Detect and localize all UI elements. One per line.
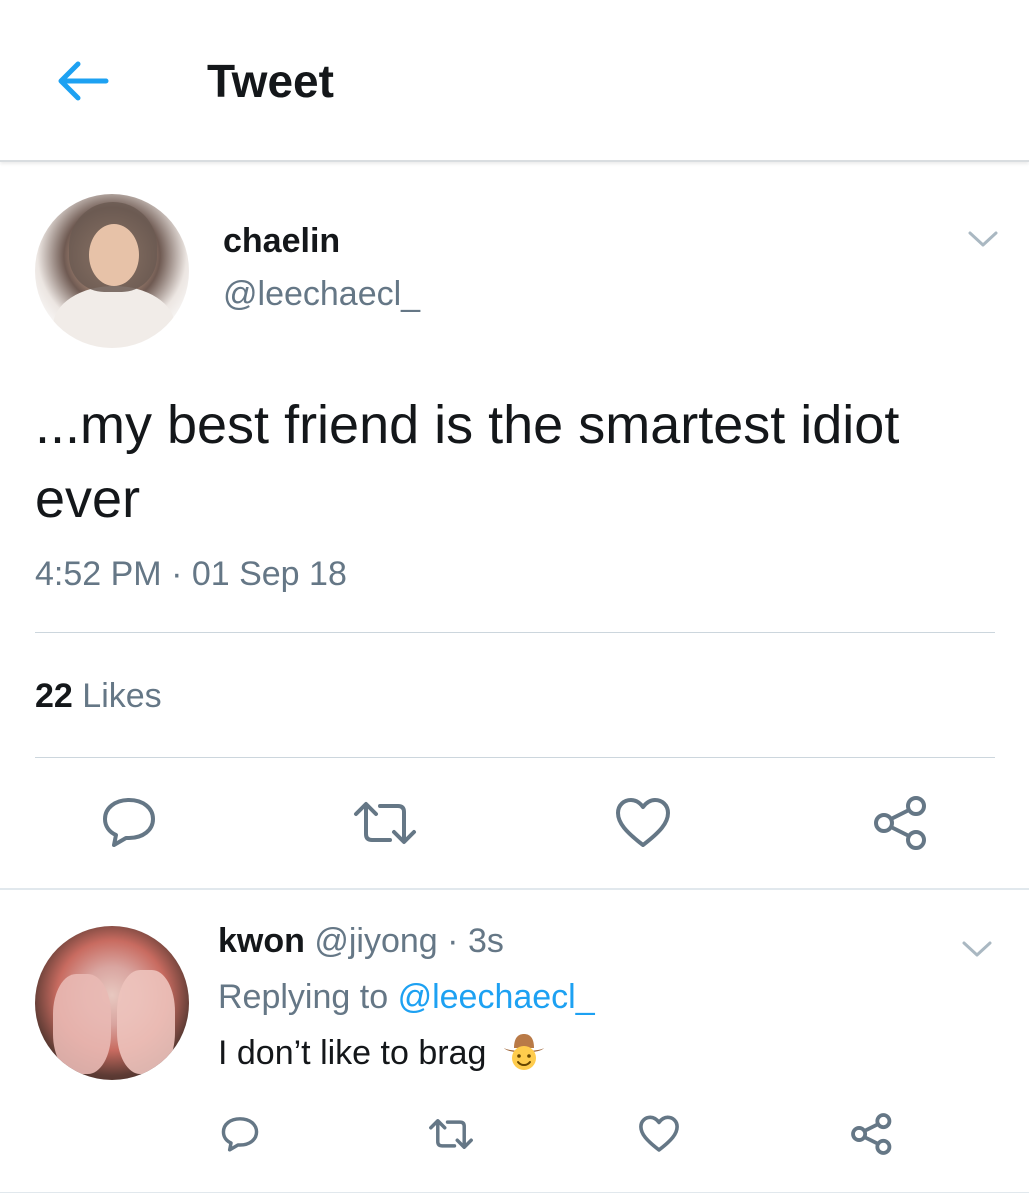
retweet-icon (429, 1119, 473, 1149)
section-divider (0, 888, 1029, 890)
heart-icon (639, 1115, 679, 1152)
reply-header: kwon @jiyong · 3s (218, 922, 504, 961)
tweet-options-button[interactable] (966, 228, 1000, 255)
divider (0, 1192, 1029, 1193)
arrow-left-icon (58, 61, 109, 101)
divider (35, 757, 995, 758)
share-icon (851, 1113, 892, 1155)
author-handle[interactable]: @leechaecl_ (223, 275, 420, 314)
reply-time: · 3s (447, 922, 504, 960)
reply-icon (103, 798, 155, 847)
tweet-text: ...my best friend is the smartest idiot … (35, 395, 900, 529)
cowboy-face-icon (503, 1034, 544, 1070)
replying-to-label: Replying to (218, 978, 389, 1016)
reply-icon (221, 1117, 259, 1152)
reply-button[interactable] (100, 794, 158, 855)
page-title: Tweet (207, 55, 334, 107)
reply-author-avatar[interactable] (35, 926, 189, 1080)
back-button[interactable] (52, 58, 112, 104)
chevron-down-icon (968, 231, 998, 247)
likes-label: Likes (82, 677, 162, 715)
reply-text: I don’t like to brag (218, 1034, 487, 1072)
reply-retweet-button[interactable] (428, 1118, 474, 1155)
reply-author-name[interactable]: kwon (218, 922, 305, 960)
retweet-button[interactable] (352, 800, 418, 851)
likes-stat[interactable]: 22 Likes (35, 677, 162, 716)
reply-text-row: I don’t like to brag (218, 1032, 546, 1073)
top-app-bar: Tweet (0, 0, 1029, 162)
replying-to: Replying to @leechaecl_ (218, 978, 595, 1017)
reply-like-button[interactable] (638, 1114, 680, 1159)
like-button[interactable] (614, 796, 672, 855)
author-avatar[interactable] (35, 194, 189, 348)
retweet-icon (354, 802, 416, 844)
share-icon (874, 796, 926, 850)
share-button[interactable] (872, 794, 930, 857)
reply-options-button[interactable] (960, 938, 994, 965)
tweet-timestamp[interactable]: 4:52 PM · 01 Sep 18 (35, 555, 347, 594)
reply-author-handle[interactable]: @jiyong (314, 922, 437, 960)
reply-reply-button[interactable] (220, 1114, 260, 1159)
likes-count: 22 (35, 677, 73, 715)
chevron-down-icon (962, 941, 992, 957)
reply-share-button[interactable] (850, 1112, 894, 1161)
replying-to-handle[interactable]: @leechaecl_ (398, 978, 595, 1016)
heart-icon (616, 798, 670, 847)
divider (35, 632, 995, 633)
author-name[interactable]: chaelin (223, 222, 340, 261)
